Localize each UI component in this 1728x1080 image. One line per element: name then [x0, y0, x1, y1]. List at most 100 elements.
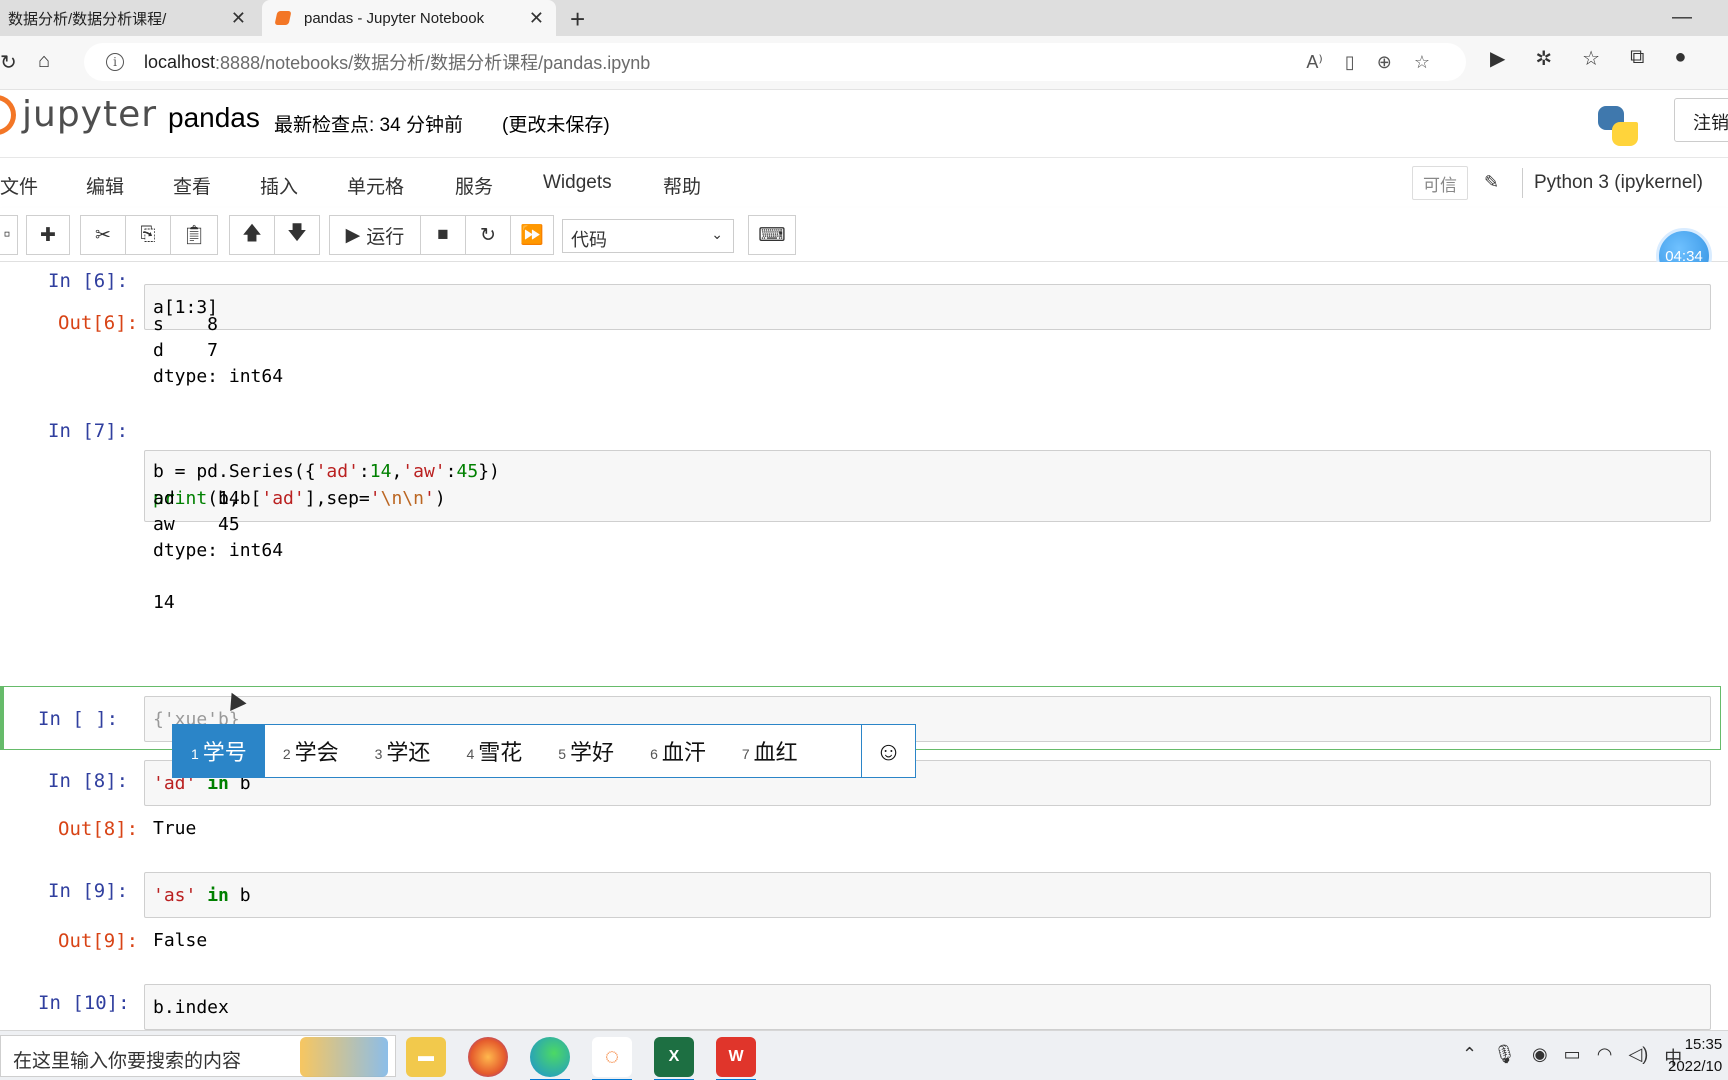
restart-run-all-button[interactable]: ⏩	[510, 215, 554, 255]
candidate-index: 2	[282, 746, 291, 762]
clock-time: 15:35	[1684, 1036, 1723, 1053]
ime-candidate[interactable]: 4 雪花	[448, 725, 540, 777]
fast-forward-icon: ⏩	[520, 225, 544, 246]
command-palette-button[interactable]: ⌨	[748, 215, 796, 255]
menu-edit[interactable]: 编辑	[86, 172, 124, 199]
close-icon[interactable]: ✕	[231, 8, 246, 29]
collections-icon[interactable]: ⧉	[1630, 46, 1644, 71]
menu-view[interactable]: 查看	[173, 172, 211, 199]
new-tab-icon[interactable]: +	[570, 4, 585, 35]
paste-button[interactable]: 📋︎	[170, 215, 218, 255]
code-cell-input[interactable]: b = pd.Series({'ad':14,'aw':45}) print(b…	[144, 450, 1711, 522]
copy-button[interactable]: ⎘	[125, 215, 171, 255]
menu-widgets[interactable]: Widgets	[543, 172, 612, 194]
ime-candidate[interactable]: 3 学还	[357, 725, 449, 777]
code-string: 'as'	[153, 885, 197, 906]
trusted-indicator[interactable]: 可信	[1412, 166, 1468, 200]
input-prompt: In [8]:	[48, 770, 129, 792]
firefox-icon[interactable]	[468, 1037, 508, 1077]
restart-button[interactable]: ↻	[465, 215, 511, 255]
output-prompt: Out[8]:	[58, 818, 139, 840]
code-cell-input[interactable]: 'as' in b	[144, 872, 1711, 918]
wechat-icon[interactable]: ◉	[1532, 1044, 1548, 1070]
ime-candidate[interactable]: 5 学好	[540, 725, 632, 777]
search-highlight-icon[interactable]	[300, 1037, 388, 1077]
refresh-icon[interactable]: ↻	[0, 50, 17, 75]
interrupt-button[interactable]: ■	[420, 215, 466, 255]
edge-icon[interactable]	[530, 1037, 570, 1080]
candidate-text: 学会	[294, 740, 339, 765]
battery-icon[interactable]: ▭	[1564, 1044, 1581, 1070]
menu-insert[interactable]: 插入	[260, 172, 298, 199]
output-line: True	[153, 818, 197, 839]
notebook-title[interactable]: pandas	[168, 102, 260, 134]
code-cell-input[interactable]: a[1:3]	[144, 284, 1711, 330]
browser-tools: ▶ ✲ ☆ ⧉ ●	[1490, 46, 1686, 71]
ime-candidate[interactable]: 7 血红	[724, 725, 816, 777]
code-string: '	[369, 488, 381, 509]
save-button[interactable]: ▫	[0, 215, 18, 255]
clock[interactable]: 15:35 2022/10	[1668, 1034, 1722, 1078]
code-string: 'ad'	[261, 488, 305, 509]
move-down-button[interactable]: 🡇	[274, 215, 320, 255]
immersive-reader-icon[interactable]: ▯	[1345, 52, 1355, 73]
output-line: dtype: int64	[153, 540, 284, 561]
code-cell-input[interactable]: b.index	[144, 984, 1711, 1030]
home-icon[interactable]: ⌂	[38, 50, 50, 73]
menu-kernel[interactable]: 服务	[455, 172, 493, 199]
divider	[1522, 168, 1523, 198]
cut-button[interactable]: ✂	[80, 215, 126, 255]
extensions-icon[interactable]: ✲	[1535, 46, 1552, 71]
excel-icon[interactable]: X	[654, 1037, 694, 1080]
code-token: b	[239, 885, 251, 906]
chevron-up-icon[interactable]: ⌃	[1462, 1044, 1477, 1070]
minimize-icon[interactable]: —	[1672, 6, 1692, 29]
zoom-icon[interactable]: ⊕	[1377, 52, 1392, 73]
system-tray: ⌃ 🎙︎ ◉ ▭ ◠ ◁) 中	[1462, 1044, 1682, 1070]
run-button[interactable]: ▶ 运行	[329, 215, 421, 255]
logout-button[interactable]: 注销	[1674, 98, 1728, 142]
ime-candidate[interactable]: 2 学会	[265, 725, 357, 777]
code-token: ],sep=	[304, 488, 370, 509]
volume-icon[interactable]: ◁)	[1628, 1044, 1648, 1070]
file-explorer-icon[interactable]: ▬	[406, 1037, 446, 1077]
favorite-add-icon[interactable]: ☆	[1414, 52, 1430, 73]
code-token: )	[434, 488, 446, 509]
menu-help[interactable]: 帮助	[663, 172, 701, 199]
ime-candidate[interactable]: 1 学号	[173, 725, 265, 777]
code-line: b = pd.Series({'ad':14,'aw':45})	[153, 461, 500, 482]
cell-type-select[interactable]: 代码 ⌄	[562, 219, 734, 253]
code-keyword: in	[207, 885, 229, 906]
favorites-icon[interactable]: ☆	[1582, 46, 1600, 71]
wifi-icon[interactable]: ◠	[1597, 1044, 1613, 1070]
menu-cell[interactable]: 单元格	[347, 172, 404, 199]
profile-icon[interactable]: ●	[1674, 46, 1686, 71]
stop-icon: ■	[437, 224, 449, 245]
move-up-button[interactable]: 🡅	[229, 215, 275, 255]
paste-icon: 📋︎	[181, 225, 207, 246]
read-aloud-icon[interactable]: A⁾	[1306, 52, 1322, 73]
close-icon[interactable]: ✕	[529, 8, 544, 29]
candidate-text: 学还	[386, 740, 431, 765]
run-label: 运行	[366, 226, 405, 248]
code-string: 'aw'	[402, 461, 446, 482]
ime-candidate[interactable]: 6 血汗	[632, 725, 724, 777]
taskbar: 在这里输入你要搜索的内容 ▬ ◌ X W ⌃ 🎙︎ ◉ ▭ ◠ ◁) 中 15:…	[0, 1030, 1728, 1080]
info-icon[interactable]: i	[106, 53, 124, 71]
play-icon[interactable]: ▶	[1490, 46, 1505, 71]
jupyter-favicon-icon	[274, 11, 292, 25]
copy-icon: ⎘	[140, 224, 156, 245]
jupyter-wordmark: jupyter	[22, 94, 158, 135]
jupyter-taskbar-icon[interactable]: ◌	[592, 1037, 632, 1080]
microphone-icon[interactable]: 🎙︎	[1493, 1044, 1516, 1070]
insert-cell-button[interactable]: ✚	[26, 215, 70, 255]
wps-icon[interactable]: W	[716, 1037, 756, 1080]
jupyter-logo[interactable]: jupyter	[0, 94, 157, 135]
emoji-icon[interactable]: ☺	[861, 725, 915, 777]
input-prompt: In [6]:	[48, 270, 129, 292]
menu-file[interactable]: 文件	[0, 172, 38, 199]
browser-tab[interactable]: 数据分析/数据分析课程/ ✕	[0, 0, 258, 36]
kernel-name[interactable]: Python 3 (ipykernel)	[1534, 172, 1703, 194]
browser-tab-active[interactable]: pandas - Jupyter Notebook ✕	[262, 0, 556, 36]
url-bar[interactable]: i localhost:8888/notebooks/数据分析/数据分析课程/p…	[84, 43, 1466, 81]
